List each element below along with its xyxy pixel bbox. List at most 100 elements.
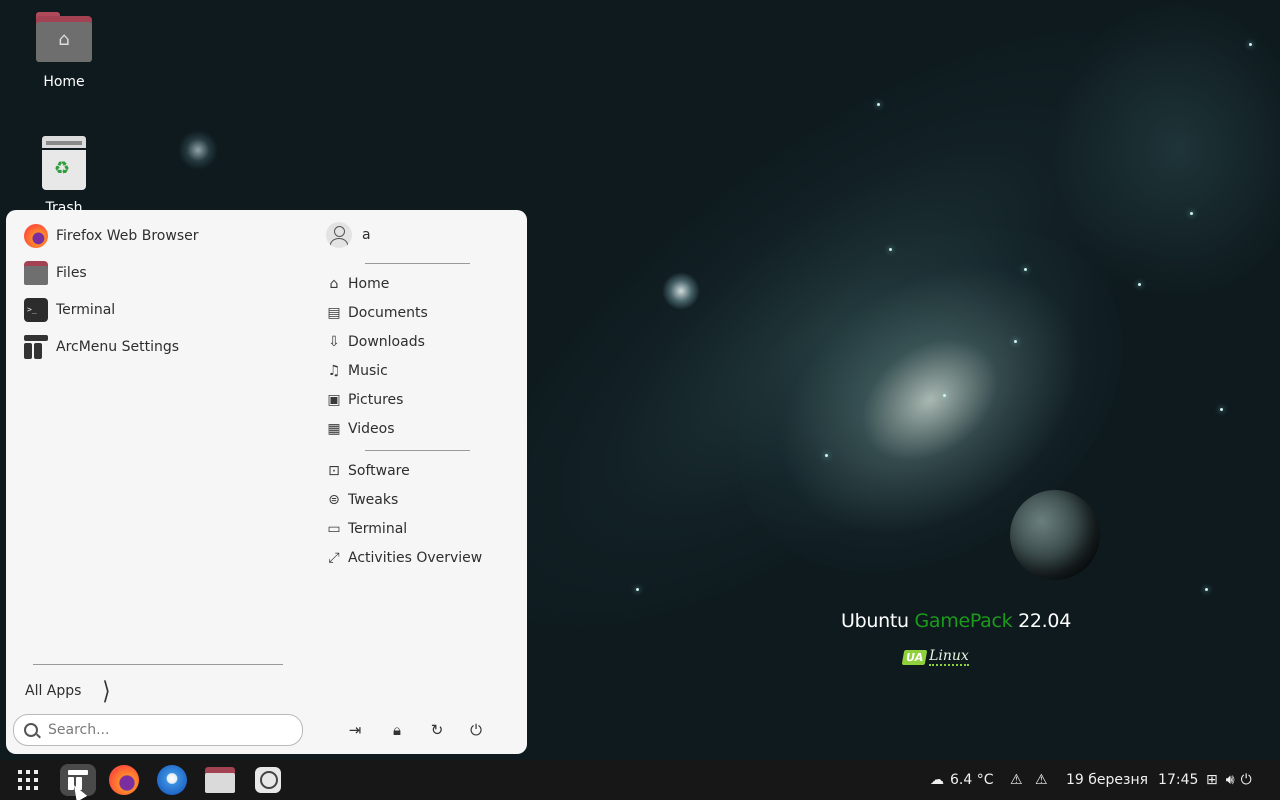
files-icon — [205, 767, 235, 793]
favorite-label: Firefox Web Browser — [56, 228, 199, 244]
star — [825, 454, 828, 457]
logout-icon: ⇥ — [348, 721, 362, 739]
brand-part: Ubuntu — [841, 610, 915, 632]
desktop-icon-home[interactable]: ⌂ Home — [14, 12, 114, 90]
divider — [365, 263, 470, 264]
favorite-terminal[interactable]: >_ Terminal — [24, 294, 115, 326]
all-apps-button[interactable]: All Apps ❭ — [25, 678, 116, 703]
logo-text: Linux — [929, 648, 969, 666]
place-home[interactable]: ⌂ Home — [326, 270, 390, 298]
warning-indicator[interactable]: ⚠ — [1010, 760, 1023, 800]
volume-icon: 🔊︎ — [1225, 772, 1235, 788]
star — [636, 588, 639, 591]
user-avatar-icon — [326, 222, 352, 248]
home-icon: ⌂ — [329, 276, 339, 292]
music-icon: ♫ — [327, 363, 341, 379]
logout-button[interactable]: ⇥ — [345, 720, 365, 740]
distro-brand-text: Ubuntu GamePack 22.04 — [841, 610, 1071, 632]
star — [1014, 340, 1017, 343]
favorite-label: Files — [56, 265, 87, 281]
place-downloads[interactable]: ⇩ Downloads — [326, 328, 425, 356]
star — [1205, 588, 1208, 591]
tweaks-icon: ⊜ — [328, 492, 340, 508]
brand-part-highlight: GamePack — [914, 610, 1013, 632]
place-label: Documents — [348, 305, 428, 321]
firefox-icon — [109, 765, 139, 795]
place-label: Home — [348, 276, 390, 292]
place-pictures[interactable]: ▣ Pictures — [326, 386, 403, 414]
weather-icon: ☁ — [930, 772, 944, 788]
favorite-firefox[interactable]: Firefox Web Browser — [24, 220, 199, 252]
desktop-icon-label: Home — [43, 74, 85, 90]
weather-temp: 6.4 °C — [950, 772, 994, 788]
search-input[interactable] — [46, 721, 290, 739]
chat-icon — [255, 767, 281, 793]
all-apps-label: All Apps — [25, 682, 82, 699]
star — [1190, 212, 1193, 215]
place-videos[interactable]: ▦ Videos — [326, 415, 395, 443]
warning-indicator[interactable]: ⚠ — [1035, 760, 1048, 800]
expand-icon: ⤢ — [328, 550, 340, 566]
star — [877, 103, 880, 106]
place-documents[interactable]: ▤ Documents — [326, 299, 428, 327]
shortcut-tweaks[interactable]: ⊜ Tweaks — [326, 486, 398, 514]
system-menu[interactable]: ⊞ 🔊︎ ⏻ — [1206, 760, 1252, 800]
trash-icon: ♻ — [42, 136, 86, 190]
favorite-label: Terminal — [56, 302, 116, 318]
power-icon: ⏻ — [470, 721, 482, 739]
clock[interactable]: 19 березня 17:45 — [1066, 760, 1198, 800]
star — [1024, 268, 1027, 271]
search-icon — [24, 723, 38, 737]
brand-version: 22.04 — [1012, 610, 1071, 632]
time: 17:45 — [1158, 772, 1199, 788]
show-apps-button[interactable] — [10, 764, 46, 796]
star — [943, 394, 946, 397]
place-music[interactable]: ♫ Music — [326, 357, 388, 385]
taskbar-files[interactable] — [202, 764, 238, 796]
terminal-icon: ▭ — [327, 521, 341, 537]
divider — [33, 664, 283, 665]
warning-icon: ⚠ — [1010, 772, 1023, 788]
star — [889, 248, 892, 251]
download-icon: ⇩ — [328, 334, 340, 350]
distant-galaxy — [178, 130, 218, 170]
shortcut-label: Terminal — [348, 521, 408, 537]
restart-button[interactable]: ↻ — [427, 720, 447, 740]
place-label: Videos — [348, 421, 395, 437]
shortcut-label: Tweaks — [348, 492, 399, 508]
restart-icon: ↻ — [430, 721, 444, 739]
desktop-icon-trash[interactable]: ♻ Trash — [14, 136, 114, 216]
star — [1138, 283, 1141, 286]
user-account[interactable]: a — [326, 222, 371, 248]
power-icon: ⏻ — [1240, 772, 1252, 788]
taskbar-chat[interactable] — [250, 764, 286, 796]
favorite-files[interactable]: Files — [24, 257, 87, 289]
divider — [365, 450, 470, 451]
document-icon: ▤ — [327, 305, 341, 321]
taskbar-thunderbird[interactable] — [154, 764, 190, 796]
video-icon: ▦ — [327, 421, 341, 437]
planet — [1010, 490, 1100, 580]
shortcut-label: Software — [348, 463, 410, 479]
arc-menu: Firefox Web Browser Files >_ Terminal Ar… — [6, 210, 527, 754]
power-off-button[interactable]: ⏻ — [466, 720, 486, 740]
lock-icon: 🔒︎ — [393, 721, 401, 739]
shortcut-activities-overview[interactable]: ⤢ Activities Overview — [326, 544, 482, 572]
place-label: Downloads — [348, 334, 425, 350]
arcmenu-settings-icon — [24, 335, 48, 359]
shortcut-software[interactable]: ⊡ Software — [326, 457, 410, 485]
network-icon: ⊞ — [1206, 772, 1218, 788]
star — [1220, 408, 1223, 411]
software-icon: ⊡ — [328, 463, 340, 479]
shortcut-terminal[interactable]: ▭ Terminal — [326, 515, 407, 543]
taskbar-firefox[interactable] — [106, 764, 142, 796]
home-folder-icon: ⌂ — [36, 12, 92, 62]
search-box[interactable] — [13, 714, 303, 746]
date: 19 березня — [1066, 772, 1149, 788]
favorite-label: ArcMenu Settings — [56, 339, 180, 355]
firefox-icon — [24, 224, 48, 248]
star — [1249, 43, 1252, 46]
favorite-arcmenu-settings[interactable]: ArcMenu Settings — [24, 331, 179, 363]
lock-button[interactable]: 🔒︎ — [387, 720, 407, 740]
weather-indicator[interactable]: ☁ 6.4 °C — [930, 760, 994, 800]
